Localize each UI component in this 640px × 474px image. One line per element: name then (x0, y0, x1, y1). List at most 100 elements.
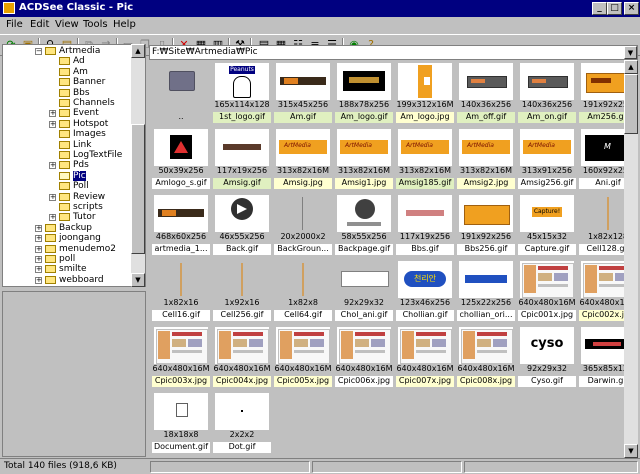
grid-scroll-up-icon[interactable]: ▲ (624, 60, 638, 74)
thumbnail-item[interactable]: 315x45x256 Am.gif (273, 60, 333, 123)
tree-item[interactable]: Poll (3, 181, 131, 191)
thumbnail-item[interactable]: 640x480x16M Cpic001x.jpg (517, 258, 577, 321)
path-combobox[interactable]: F:₩Site₩Artmedia₩Pic ▼ (149, 45, 638, 60)
thumbnail-item[interactable]: 640x480x16M Cpic004x.jpg (212, 324, 272, 387)
tree-expander-icon[interactable]: + (35, 276, 42, 284)
tree-scrollbar[interactable]: ▲ ▼ (131, 44, 145, 287)
tree-expander-icon[interactable]: + (49, 120, 56, 128)
tree-item[interactable]: + Event (3, 108, 131, 118)
thumbnail-item[interactable]: 640x480x16M Cpic003x.jpg (151, 324, 211, 387)
thumbnail-item[interactable]: 191x92x256 Am256.gif (578, 60, 624, 123)
thumbnail-item[interactable]: 199x312x16M Am_logo.jpg (395, 60, 455, 123)
tree-item[interactable]: − Artmedia (3, 46, 131, 56)
thumbnail-item[interactable]: 365x85x128 Darwin.gif (578, 324, 624, 387)
thumbnail-item[interactable]: .. (151, 60, 211, 123)
thumbnail-item[interactable]: 92x29x32 Chol_ani.gif (334, 258, 394, 321)
app-icon[interactable] (3, 2, 15, 14)
tree-item[interactable]: Images (3, 129, 131, 139)
folder-tree[interactable]: − Artmedia Ad Am Banner Bbs Channels + Event + Hot… (2, 44, 146, 287)
tree-item[interactable]: Link (3, 140, 131, 150)
tree-expander-icon[interactable]: + (49, 193, 56, 201)
menu-file[interactable]: File (6, 19, 23, 30)
thumbnail-item[interactable]: 1x82x16 Cell16.gif (151, 258, 211, 321)
thumbnail-item[interactable]: 1x82x8 Cell64.gif (273, 258, 333, 321)
thumbnail-item[interactable]: 18x18x8 Document.gif (151, 390, 211, 453)
tree-item[interactable]: LogTextFile (3, 150, 131, 160)
tree-item[interactable]: + Backup (3, 223, 131, 233)
tree-item[interactable]: Ad (3, 56, 131, 66)
menu-help[interactable]: Help (113, 19, 136, 30)
maximize-button[interactable]: □ (607, 2, 622, 15)
thumbnail-item[interactable]: 640x480x16M Cpic002x.jpg (578, 258, 624, 321)
tree-expander-icon[interactable]: + (35, 256, 42, 263)
path-dropdown-icon[interactable]: ▼ (624, 46, 637, 59)
thumbnail-item[interactable]: 1x92x16 Cell256.gif (212, 258, 272, 321)
thumbnail-item[interactable]: ArtMedia 313x82x16M Amsig2.jpg (456, 126, 516, 189)
thumbnail-item[interactable]: 188x78x256 Am_logo.gif (334, 60, 394, 123)
tree-item[interactable]: + smilte (3, 264, 131, 274)
tree-item-label: Channels (73, 98, 115, 108)
thumbnail-grid[interactable]: .. Peanuts 165x114x128 1st_logo.gif 315x45x2… (149, 60, 624, 458)
tree-expander-icon[interactable]: + (49, 110, 56, 118)
thumbnail-item[interactable]: 468x60x256 artmedia_1... (151, 192, 211, 255)
thumbnail-item[interactable]: M 160x92x256 Ani.gif (578, 126, 624, 189)
menu-tools[interactable]: Tools (83, 19, 108, 30)
menu-edit[interactable]: Edit (30, 19, 49, 30)
tree-item[interactable]: + Tutor (3, 212, 131, 222)
thumbnail-item[interactable]: 50x39x256 Amlogo_s.gif (151, 126, 211, 189)
tree-item[interactable]: + joongang (3, 233, 131, 243)
thumbnail-item[interactable]: 20x2000x2 BackGroun... (273, 192, 333, 255)
tree-expander-icon[interactable]: + (35, 266, 42, 274)
thumbnail-item[interactable]: 125x22x256 chollian_ori... (456, 258, 516, 321)
tree-expander-icon[interactable]: − (35, 48, 42, 55)
tree-item[interactable]: Channels (3, 98, 131, 108)
tree-item[interactable]: + Review (3, 192, 131, 202)
scroll-down-icon[interactable]: ▼ (131, 273, 145, 287)
thumbnail-item[interactable]: 640x480x16M Cpic006x.jpg (334, 324, 394, 387)
thumbnail-item[interactable]: Peanuts 165x114x128 1st_logo.gif (212, 60, 272, 123)
thumbnail-item[interactable]: 58x55x256 Backpage.gif (334, 192, 394, 255)
thumbnail-item[interactable]: ArtMedia 313x91x256 Amsig256.gif (517, 126, 577, 189)
thumbnail-item[interactable]: 2x2x2 Dot.gif (212, 390, 272, 453)
title-bar[interactable]: ACDSee Classic - Pic _ □ × (0, 0, 640, 17)
thumbnail-item[interactable]: cyso 92x29x32 Cyso.gif (517, 324, 577, 387)
tree-item[interactable]: + Hotspot (3, 119, 131, 129)
thumbnail-item[interactable]: 640x480x16M Cpic005x.jpg (273, 324, 333, 387)
tree-item[interactable]: Am (3, 67, 131, 77)
grid-scroll-down-icon[interactable]: ▼ (624, 444, 638, 458)
tree-item[interactable]: scripts (3, 202, 131, 212)
thumbnail-item[interactable]: 117x19x256 Amsig.gif (212, 126, 272, 189)
tree-expander-icon[interactable]: + (35, 224, 42, 232)
grid-scroll-thumb[interactable] (624, 74, 638, 134)
tree-item[interactable]: Banner (3, 77, 131, 87)
thumbnail-item[interactable]: 140x36x256 Am_on.gif (517, 60, 577, 123)
menu-view[interactable]: View (55, 19, 79, 30)
close-button[interactable]: × (624, 2, 639, 15)
thumbnail-item[interactable]: Capture! 45x15x32 Capture.gif (517, 192, 577, 255)
grid-scrollbar[interactable]: ▲ ▼ (624, 60, 638, 458)
thumbnail-item[interactable]: ArtMedia 313x82x16M Amsig.jpg (273, 126, 333, 189)
tree-item[interactable]: Pic (3, 170, 131, 181)
tree-item[interactable]: + webboard (3, 275, 131, 285)
thumbnail-item[interactable]: ArtMedia 313x82x16M Amsig1.jpg (334, 126, 394, 189)
thumbnail-item[interactable]: 640x480x16M Cpic008x.jpg (456, 324, 516, 387)
thumbnail-item[interactable]: 117x19x256 Bbs.gif (395, 192, 455, 255)
thumbnail-item[interactable]: 46x55x256 Back.gif (212, 192, 272, 255)
thumbnail-item[interactable]: 640x480x16M Cpic007x.jpg (395, 324, 455, 387)
tree-item[interactable]: Bbs (3, 88, 131, 98)
scroll-up-icon[interactable]: ▲ (131, 44, 145, 58)
thumbnail-item[interactable]: 191x92x256 Bbs256.gif (456, 192, 516, 255)
tree-item[interactable]: + Pds (3, 160, 131, 170)
minimize-button[interactable]: _ (592, 2, 607, 15)
thumbnail-item[interactable]: ArtMedia 313x82x16M Amsig185.gif (395, 126, 455, 189)
thumbnail-item[interactable]: 천리안 123x46x256 Chollian.gif (395, 258, 455, 321)
tree-expander-icon[interactable]: + (35, 245, 42, 253)
tree-expander-icon[interactable]: + (49, 214, 56, 222)
tree-item[interactable]: + poll (3, 254, 131, 264)
tree-item[interactable]: + menudemo2 (3, 244, 131, 254)
thumbnail-item[interactable]: 1x82x128 Cell128.gif (578, 192, 624, 255)
scroll-thumb[interactable] (131, 124, 145, 254)
tree-expander-icon[interactable]: + (35, 235, 42, 243)
thumbnail-item[interactable]: 140x36x256 Am_off.gif (456, 60, 516, 123)
tree-expander-icon[interactable]: + (49, 162, 56, 170)
